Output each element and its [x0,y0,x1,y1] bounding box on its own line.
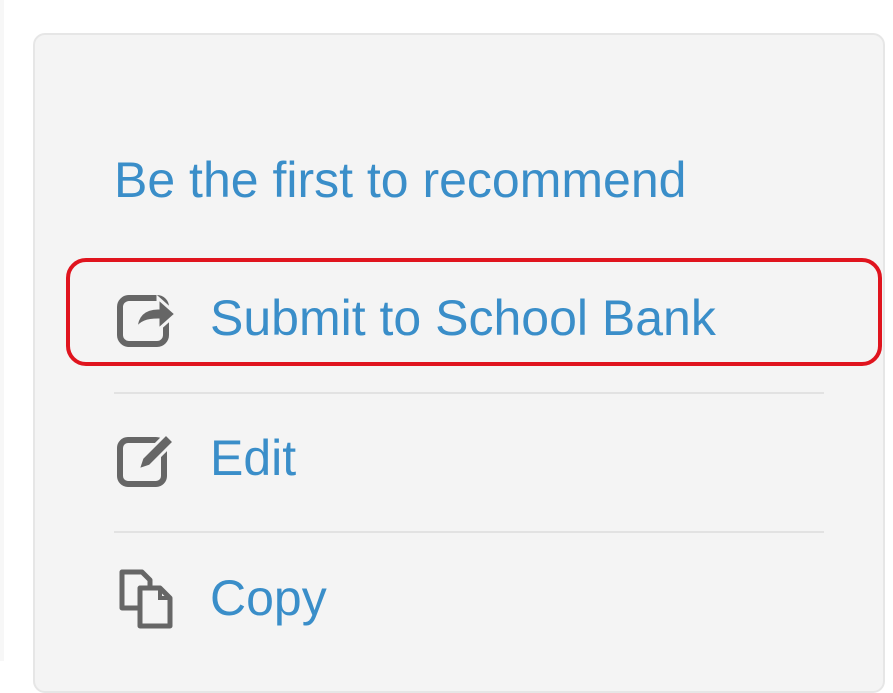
edit-pencil-icon [114,418,184,498]
edit-label: Edit [210,430,297,486]
page-edge [0,0,4,661]
edit-button[interactable]: Edit [114,418,296,498]
copy-button[interactable]: Copy [114,558,327,638]
submit-label: Submit to School Bank [210,290,716,346]
divider [114,392,824,394]
submit-to-school-bank-button[interactable]: Submit to School Bank [114,278,716,358]
share-arrow-icon [114,278,184,358]
copy-documents-icon [114,558,184,638]
recommend-link[interactable]: Be the first to recommend [114,150,686,210]
copy-label: Copy [210,570,327,626]
divider [114,531,824,533]
